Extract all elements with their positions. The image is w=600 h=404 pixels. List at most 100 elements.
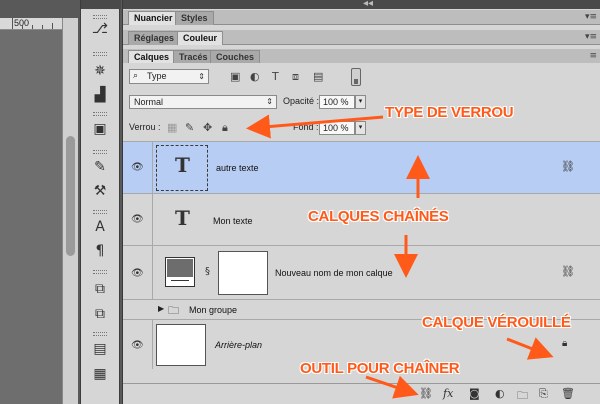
paragraph-styles-icon[interactable]: ⧉ [89,305,111,323]
layer-name[interactable]: autre texte [216,163,259,173]
tab-calques[interactable]: Calques [128,50,176,64]
navigator-icon[interactable]: ✵ [89,62,111,80]
tabrow-swatches: Nuancier Styles ▾≡ [123,10,600,25]
tabrow-adjustments: Réglages Couleur ▾≡ [123,30,600,45]
link-icon[interactable]: ⛓ [419,387,433,400]
grip-icon[interactable] [93,112,107,116]
eye-icon[interactable]: 👁︎ [131,162,147,173]
lock-icon: 🔒︎ [562,338,568,349]
grip-icon[interactable] [93,15,107,19]
timeline-icon[interactable]: ▤ [89,340,111,358]
mask-link-icon[interactable]: § [205,266,210,277]
layer-name[interactable]: Nouveau nom de mon calque [275,268,393,278]
new-layer-icon[interactable]: ⎘ [539,387,548,401]
character-styles-icon[interactable]: ⧉ [89,280,111,298]
filter-value: Type [147,71,167,81]
lock-transparency-icon[interactable]: ▦ [167,121,177,134]
tools-panel: ⎇ ✵ ▟ ▣ ✎ ⚒ A ¶ ⧉ ⧉ ▤ ▦ [80,0,121,404]
adjustment-layer-icon[interactable]: ◐ [495,387,505,400]
tab-couleur[interactable]: Couleur [177,31,224,45]
notes-icon[interactable]: ▦ [89,365,111,383]
filter-shape-icon[interactable]: ⧈ [292,70,299,84]
eye-icon[interactable]: 👁︎ [131,340,147,351]
tab-couches[interactable]: Couches [210,50,261,64]
filter-adjustment-icon[interactable]: ◐ [250,70,260,83]
annotation-link-tool: OUTIL POUR CHAÎNER [300,360,460,377]
annotation-lock-type: TYPE DE VERROU [385,104,514,121]
paragraph-icon[interactable]: ¶ [89,242,111,260]
blend-mode-value: Normal [134,97,164,107]
link-icon: ⛓ [561,160,575,173]
layers-panel: ⌕ Type ⇕ ▣ ◐ T ⧈ ▤ Normal ⇕ Opacité : 10… [123,63,600,404]
link-icon: ⛓ [561,265,575,278]
annotation-linked-layers: CALQUES CHAÎNÉS [308,208,449,225]
layer-row[interactable]: 👁︎ T autre texte ⛓ [123,141,600,193]
lock-position-icon[interactable]: ✥ [203,121,212,134]
tab-traces[interactable]: Tracés [173,50,214,64]
layer-thumbnail [165,257,195,287]
brush-presets-icon[interactable]: ⚒ [89,182,111,200]
text-layer-icon: T [175,206,190,230]
grip-icon[interactable] [93,150,107,154]
layer-filter-select[interactable]: ⌕ Type ⇕ [129,69,209,84]
history-icon[interactable]: ⎇ [89,20,111,38]
layer-row[interactable]: 👁︎ § Nouveau nom de mon calque ⛓ [123,245,600,299]
opacity-label: Opacité : [283,96,320,106]
lock-all-icon[interactable]: 🔒︎ [222,121,228,135]
lock-label: Verrou : [129,122,161,132]
grip-icon[interactable] [93,332,107,336]
trash-icon[interactable]: 🗑︎ [561,387,575,400]
new-group-icon[interactable]: 🗀 [517,387,528,404]
eye-icon[interactable]: 👁︎ [131,268,147,279]
lock-pixels-icon[interactable]: ✎ [185,121,194,134]
annotation-locked-layer: CALQUE VÉROUILLÉ [422,314,571,331]
fill-field[interactable]: 100 % [319,121,355,135]
scrollbar-thumb[interactable] [66,136,75,256]
tabrow-layers: Calques Tracés Couches ≡ [123,49,600,64]
fx-icon[interactable]: fx [443,387,453,400]
brush-icon[interactable]: ✎ [89,158,111,176]
eye-icon[interactable]: 👁︎ [131,214,147,225]
panel-menu-icon[interactable]: ▾≡ [585,12,597,22]
add-mask-icon[interactable]: ◙ [469,387,480,400]
fill-dropdown[interactable]: ▾ [355,121,366,135]
layers-footer: ⛓ fx ◙ ◐ 🗀 ⎘ 🗑︎ [123,383,600,404]
filter-toggle[interactable] [351,68,361,86]
histogram-icon[interactable]: ▟ [89,86,111,104]
panel-menu-icon[interactable]: ≡ [589,51,597,61]
character-icon[interactable]: A [89,218,111,236]
grip-icon[interactable] [93,52,107,56]
panel-dock-header: ◂◂ [123,0,600,9]
fill-label: Fond : [293,122,319,132]
layer-name[interactable]: Arrière-plan [215,340,262,350]
chevron-down-icon: ⇕ [198,72,205,81]
vertical-scrollbar[interactable] [62,18,78,404]
filter-pixel-icon[interactable]: ▣ [230,70,240,83]
panel-menu-icon[interactable]: ▾≡ [585,32,597,42]
opacity-field[interactable]: 100 % [319,95,355,109]
opacity-dropdown[interactable]: ▾ [355,95,366,109]
tab-reglages[interactable]: Réglages [128,31,181,45]
blend-mode-select[interactable]: Normal ⇕ [129,95,277,109]
tools-panel-header [81,0,121,9]
collapse-arrows-icon[interactable]: ◂◂ [363,0,373,9]
expand-triangle-icon[interactable]: ▶ [158,304,164,313]
panels-dock: ◂◂ Nuancier Styles ▾≡ Réglages Couleur ▾… [122,0,600,404]
search-icon: ⌕ [133,71,139,81]
grip-icon[interactable] [93,270,107,274]
horizontal-ruler: 500 [0,18,62,30]
layer-mask-thumbnail[interactable] [218,251,268,295]
document-canvas[interactable] [0,30,62,404]
canvas-area[interactable]: 500 [0,0,80,404]
filter-text-icon[interactable]: T [272,70,279,83]
layer-thumbnail [156,324,206,366]
filter-smart-object-icon[interactable]: ▤ [313,70,323,83]
layer-name[interactable]: Mon texte [213,216,253,226]
chevron-down-icon: ⇕ [266,97,273,106]
tab-styles[interactable]: Styles [175,11,214,25]
grip-icon[interactable] [93,210,107,214]
tab-nuancier[interactable]: Nuancier [128,11,179,25]
text-layer-icon: T [175,153,190,177]
layer-name[interactable]: Mon groupe [189,305,237,315]
info-icon[interactable]: ▣ [89,120,111,138]
